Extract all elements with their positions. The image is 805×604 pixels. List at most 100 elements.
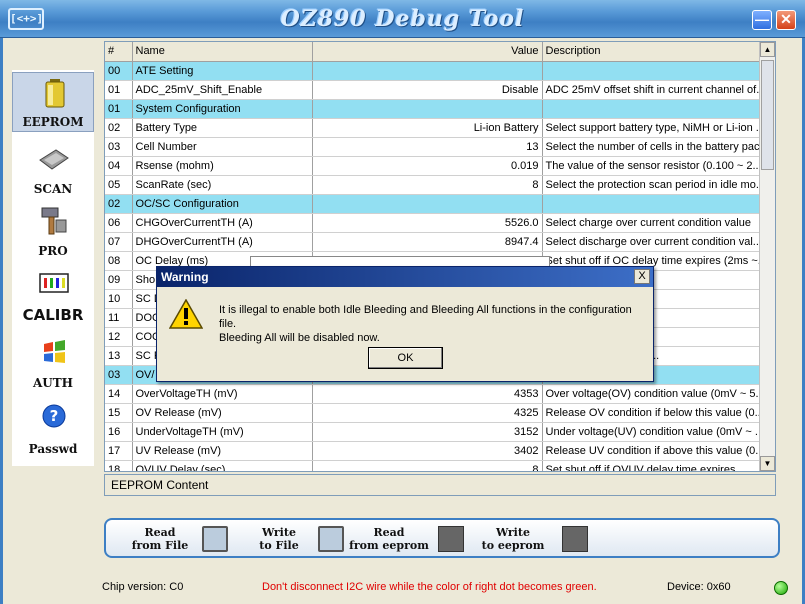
table-row[interactable]: 16 UnderVoltageTH (mV) 3152 Under voltage(U… — [105, 422, 762, 442]
cell-name: OV Release (mV) — [132, 403, 313, 423]
nav-label: Passwd — [28, 442, 78, 456]
cell-num: 01 — [105, 99, 133, 119]
cell-num: 18 — [105, 460, 133, 471]
cell-num: 12 — [105, 327, 133, 347]
status-dot — [774, 581, 788, 595]
cell-name: UnderVoltageTH (mV) — [132, 422, 313, 442]
nav-label: PRO — [38, 244, 68, 258]
table-row[interactable]: 05 ScanRate (sec) 8 Select the protection s… — [105, 175, 762, 195]
cell-name: ATE Setting — [132, 61, 313, 81]
floppy-read-icon — [202, 526, 228, 552]
cell-value[interactable]: 0.019 — [312, 156, 543, 176]
cell-name: CHGOverCurrentTH (A) — [132, 213, 313, 233]
cell-value[interactable]: 4353 — [312, 384, 543, 404]
status-bar: Chip version: C0 Don't disconnect I2C wi… — [96, 578, 796, 598]
close-button[interactable]: ✕ — [776, 10, 796, 30]
col-header-name[interactable]: Name — [132, 42, 313, 62]
cell-description: ADC 25mV offset shift in current channel… — [542, 80, 762, 100]
svg-text:?: ? — [50, 407, 59, 425]
nav-auth[interactable]: AUTH — [12, 332, 94, 392]
nav-pro[interactable]: PRO — [12, 200, 94, 260]
cell-value[interactable] — [312, 61, 543, 81]
section-row[interactable]: 00 ATE Setting — [105, 61, 762, 81]
cell-num: 04 — [105, 156, 133, 176]
scroll-thumb[interactable] — [761, 60, 774, 170]
table-row[interactable]: 18 OVUV Delay (sec) 8 Set shut off if OVUV … — [105, 460, 762, 471]
bottom-toolbar: Read from File Write to File Read from e… — [104, 518, 780, 558]
cell-num: 05 — [105, 175, 133, 195]
write-file-label: Write to File — [259, 526, 299, 552]
nav-passwd[interactable]: ? Passwd — [12, 398, 94, 458]
col-header-num[interactable]: # — [105, 42, 133, 62]
cell-value[interactable]: Disable — [312, 80, 543, 100]
cell-value[interactable] — [312, 99, 543, 119]
section-row[interactable]: 02 OC/SC Configuration — [105, 194, 762, 214]
table-row[interactable]: 03 Cell Number 13 Select the number of cell… — [105, 137, 762, 157]
cell-num: 09 — [105, 270, 133, 290]
nav-scan[interactable]: SCAN — [12, 138, 94, 198]
table-row[interactable]: 17 UV Release (mV) 3402 Release UV conditio… — [105, 441, 762, 461]
floppy-write-icon — [318, 526, 344, 552]
cell-name: Rsense (mohm) — [132, 156, 313, 176]
cell-value[interactable]: 4325 — [312, 403, 543, 423]
scroll-up-icon[interactable]: ▲ — [760, 42, 775, 57]
cell-value[interactable]: 13 — [312, 137, 543, 157]
cell-description: Under voltage(UV) condition value (0mV ~… — [542, 422, 762, 442]
read-from-file-button[interactable]: Read from File — [120, 524, 230, 554]
warning-icon — [169, 299, 203, 329]
cell-num: 03 — [105, 365, 133, 385]
table-row[interactable]: 04 Rsense (mohm) 0.019 The value of the sen… — [105, 156, 762, 176]
read-from-eeprom-button[interactable]: Read from eeprom — [344, 524, 469, 554]
section-row[interactable]: 01 System Configuration — [105, 99, 762, 119]
table-row[interactable]: 02 Battery Type Li-ion Battery Select suppo… — [105, 118, 762, 138]
col-header-value[interactable]: Value — [312, 42, 543, 62]
table-row[interactable]: 15 OV Release (mV) 4325 Release OV conditio… — [105, 403, 762, 423]
cell-num: 00 — [105, 61, 133, 81]
cell-value[interactable]: Li-ion Battery — [312, 118, 543, 138]
nav-label: EEPROM — [22, 115, 84, 129]
left-nav: EEPROM SCAN PRO CALIBR AUTH ? Passwd — [12, 70, 94, 466]
minimize-button[interactable]: — — [752, 10, 772, 30]
cell-value[interactable] — [312, 194, 543, 214]
cell-description — [542, 61, 762, 81]
cell-description: Select the protection scan period in idl… — [542, 175, 762, 195]
cell-num: 07 — [105, 232, 133, 252]
nav-eeprom[interactable]: EEPROM — [12, 72, 94, 132]
table-row[interactable]: 07 DHGOverCurrentTH (A) 8947.4 Select disch… — [105, 232, 762, 252]
cell-value[interactable]: 8 — [312, 175, 543, 195]
table-row[interactable]: 06 CHGOverCurrentTH (A) 5526.0 Select charg… — [105, 213, 762, 233]
cell-name: System Configuration — [132, 99, 313, 119]
cell-value[interactable]: 5526.0 — [312, 213, 543, 233]
battery-icon — [45, 79, 65, 108]
windows-logo-icon — [44, 340, 65, 363]
cell-value[interactable]: 8 — [312, 460, 543, 471]
write-to-eeprom-button[interactable]: Write to eeprom — [468, 524, 593, 554]
ok-button[interactable]: OK — [368, 347, 443, 369]
cell-description: Over voltage(OV) condition value (0mV ~ … — [542, 384, 762, 404]
table-row[interactable]: 01 ADC_25mV_Shift_Enable Disable ADC 25mV o… — [105, 80, 762, 100]
cell-description: Select discharge over current condition … — [542, 232, 762, 252]
cell-name: OverVoltageTH (mV) — [132, 384, 313, 404]
nav-label: SCAN — [33, 182, 73, 196]
write-eeprom-label: Write to eeprom — [481, 526, 545, 552]
scroll-down-icon[interactable]: ▼ — [760, 456, 775, 471]
nav-label: AUTH — [32, 376, 74, 390]
cell-value[interactable]: 8947.4 — [312, 232, 543, 252]
eeprom-write-icon — [562, 526, 588, 552]
dialog-close-button[interactable]: X — [634, 269, 650, 284]
cell-description: Release UV condition if above this value… — [542, 441, 762, 461]
cell-value[interactable]: 3152 — [312, 422, 543, 442]
cell-name: OVUV Delay (sec) — [132, 460, 313, 471]
vertical-scrollbar[interactable]: ▲ ▼ — [759, 42, 775, 471]
table-row[interactable]: 14 OverVoltageTH (mV) 4353 Over voltage(OV)… — [105, 384, 762, 404]
cell-description: Set shut off if OVUV delay time expires — [542, 460, 762, 471]
cell-value[interactable]: 3402 — [312, 441, 543, 461]
write-to-file-button[interactable]: Write to File — [244, 524, 344, 554]
cell-description — [542, 99, 762, 119]
chip-version: Chip version: C0 — [102, 581, 184, 593]
nav-calibr[interactable]: CALIBR — [12, 266, 94, 326]
warning-dialog: Warning X It is illegal to enable both I… — [156, 266, 654, 382]
cell-name: OC/SC Configuration — [132, 194, 313, 214]
cell-num: 01 — [105, 80, 133, 100]
col-header-description[interactable]: Description — [542, 42, 762, 62]
